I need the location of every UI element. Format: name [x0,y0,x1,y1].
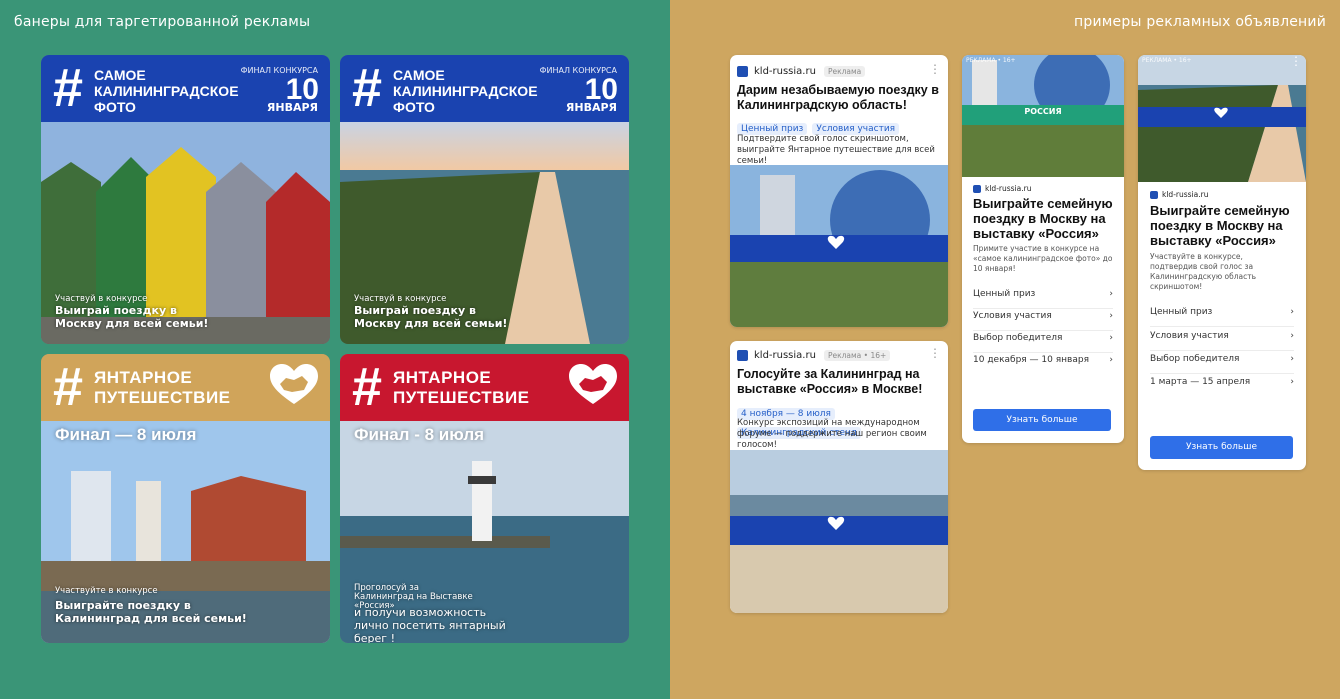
ad-card-3[interactable]: РЕКЛАМА • 16+ РОССИЯ kld-russia.ru Выигр… [962,55,1124,443]
ad-card-2[interactable]: kld-russia.ru Реклама • 16+ ⋮ Голосуйте … [730,341,948,613]
ad-description: Участвуйте в конкурсе, подтвердив свой г… [1150,252,1257,291]
ad-tag: РЕКЛАМА • 16+ [1142,57,1192,64]
ad-photo [1138,55,1306,182]
left-section-title: банеры для таргетированной рекламы [14,14,311,30]
banner-caption-small: Участвуй в конкурсе [354,294,447,304]
site-favicon-icon [1150,190,1158,199]
ad-title[interactable]: Дарим незабываемую поездку в Калининград… [737,83,942,113]
banner-header: # самое калининградское фото Финал конку… [41,55,330,122]
ad-tag: Реклама • 16+ [823,350,891,361]
row-label: Условия участия [1150,331,1229,341]
row-prize[interactable]: Ценный приз › [973,289,1113,309]
russia-logo: РОССИЯ [1024,107,1062,116]
site-favicon-icon [973,184,981,193]
ad-site: kld-russia.ru Реклама • 16+ [737,350,891,361]
ad-card-4[interactable]: РЕКЛАМА • 16+ ⋮ kld-russia.ru Выиграйте … [1138,55,1306,470]
right-panel: примеры рекламных объявлений kld-russia.… [670,0,1340,699]
learn-more-button[interactable]: Узнать больше [973,409,1111,431]
banner-title: янтарное путешествие [393,368,530,407]
menu-icon[interactable]: ⋮ [1290,55,1302,67]
banner-title: янтарное путешествие [94,368,231,407]
hash-icon: # [53,357,84,417]
final-month: января [565,101,617,114]
banner-caption: Выиграйте поездку в Калининград для всей… [55,599,247,625]
row-label: Выбор победителя [973,333,1063,343]
banner-caption-small: Участвуйте в конкурсе [55,586,158,596]
ad-description: Примите участие в конкурсе на «самое кал… [973,244,1113,273]
ad-photo [730,165,948,327]
ad-title[interactable]: Выиграйте семейную поездку в Москву на в… [973,196,1121,241]
banner-amber-trip-2[interactable]: # янтарное путешествие Финал - 8 июля Пр… [340,354,629,643]
ad-description: Подтвердите свой голос скриншотом, выигр… [737,134,935,166]
banner-header: # янтарное путешествие [340,354,629,421]
ad-title[interactable]: Выиграйте семейную поездку в Москву на в… [1150,203,1302,248]
row-conditions[interactable]: Условия участия › [1150,331,1294,351]
learn-more-button[interactable]: Узнать больше [1150,436,1293,459]
ad-site: kld-russia.ru [973,184,1031,193]
row-dates[interactable]: 10 декабря — 10 января › [973,355,1113,375]
hash-icon: # [352,357,383,417]
row-dates[interactable]: 1 марта — 15 апреля › [1150,377,1294,397]
hash-icon: # [352,58,383,118]
final-date: Финал — 8 июля [55,425,197,444]
banner-caption: Выиграй поездку в Москву для всей семьи! [354,304,508,330]
banner-title: самое калининградское фото [94,67,239,115]
chevron-right-icon: › [1290,331,1294,341]
menu-icon[interactable]: ⋮ [929,347,941,359]
ad-photo [962,55,1124,177]
banner-caption: и получи возможность лично посетить янта… [354,606,506,643]
chevron-right-icon: › [1290,354,1294,364]
ad-tag: РЕКЛАМА • 16+ [966,57,1016,64]
site-domain: kld-russia.ru [1162,190,1209,199]
ad-card-1[interactable]: kld-russia.ru Реклама ⋮ Дарим незабываем… [730,55,948,327]
left-panel: банеры для таргетированной рекламы # сам… [0,0,670,699]
row-label: Ценный приз [973,289,1036,299]
final-date: Финал - 8 июля [354,425,485,444]
row-winner[interactable]: Выбор победителя › [1150,354,1294,374]
site-domain: kld-russia.ru [754,350,816,361]
row-label: Условия участия [973,311,1052,321]
site-favicon-icon [737,66,748,77]
right-section-title: примеры рекламных объявлений [1074,14,1326,30]
ad-description: Конкурс экспозиций на международном фору… [737,418,927,450]
banner-caption: Выиграй поездку в Москву для всей семьи! [55,304,209,330]
banner-photo-contest-2[interactable]: # самое калининградское фото Финал конку… [340,55,629,344]
banner-header: # янтарное путешествие [41,354,330,421]
chevron-right-icon: › [1109,333,1113,343]
row-label: Ценный приз [1150,307,1213,317]
chevron-right-icon: › [1290,377,1294,387]
banner-title: самое калининградское фото [393,67,538,115]
menu-icon[interactable]: ⋮ [929,63,941,75]
heart-logo-icon [270,364,318,404]
chevron-right-icon: › [1109,355,1113,365]
row-label: 1 марта — 15 апреля [1150,377,1251,387]
ad-site: kld-russia.ru [1150,190,1208,199]
banner-photo-contest-1[interactable]: # самое калининградское фото Финал конку… [41,55,330,344]
site-domain: kld-russia.ru [985,184,1032,193]
row-prize[interactable]: Ценный приз › [1150,307,1294,327]
chevron-right-icon: › [1290,307,1294,317]
banner-caption-small: Участвуй в конкурсе [55,294,148,304]
ad-chips: Ценный приз Условия участия [737,116,904,135]
ad-title[interactable]: Голосуйте за Калининград на выставке «Ро… [737,367,945,397]
chevron-right-icon: › [1109,289,1113,299]
ad-photo [730,450,948,613]
final-month: января [266,101,318,114]
hash-icon: # [53,58,84,118]
row-conditions[interactable]: Условия участия › [973,311,1113,331]
heart-logo-icon [569,364,617,404]
banner-amber-trip-1[interactable]: # янтарное путешествие Финал — 8 июля Уч… [41,354,330,643]
row-label: Выбор победителя [1150,354,1240,364]
row-label: 10 декабря — 10 января [973,355,1089,365]
ad-site: kld-russia.ru Реклама [737,66,866,77]
site-domain: kld-russia.ru [754,66,816,77]
banner-header: # самое калининградское фото Финал конку… [340,55,629,122]
row-winner[interactable]: Выбор победителя › [973,333,1113,353]
chevron-right-icon: › [1109,311,1113,321]
ad-tag: Реклама [823,66,866,77]
site-favicon-icon [737,350,748,361]
